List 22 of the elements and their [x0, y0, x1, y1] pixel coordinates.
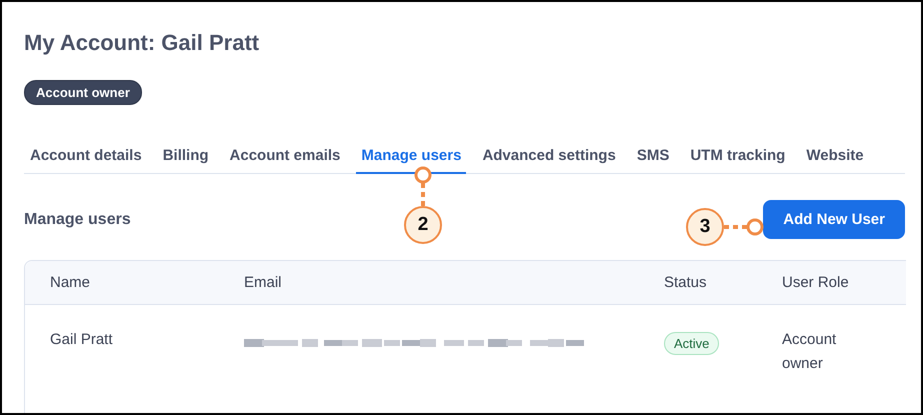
column-header: Status — [664, 274, 708, 291]
page-title: My Account: Gail Pratt — [24, 30, 260, 56]
role-badge: Account owner — [24, 80, 142, 105]
connector-line — [414, 166, 432, 206]
status-badge: Active — [664, 332, 720, 355]
connector-line — [724, 218, 764, 236]
tab[interactable]: Account emails — [224, 147, 346, 174]
tab[interactable]: Account details — [25, 147, 147, 174]
column-header: Email — [244, 274, 283, 291]
add-user-button[interactable]: Add New User — [763, 200, 905, 239]
table-cell-text: Gail Pratt — [50, 330, 114, 350]
tab[interactable]: Billing — [158, 147, 214, 174]
table-cell-text: Account owner — [782, 330, 838, 374]
tab[interactable]: Website — [801, 147, 869, 174]
step-number: 3 — [686, 208, 724, 246]
column-header: Name — [50, 274, 92, 291]
tab[interactable]: UTM tracking — [685, 147, 790, 174]
tab[interactable]: SMS — [632, 147, 674, 174]
column-header: User Role — [782, 274, 850, 291]
section-title: Manage users — [24, 210, 131, 228]
step-number: 2 — [404, 206, 442, 244]
tab[interactable]: Advanced settings — [477, 147, 621, 174]
